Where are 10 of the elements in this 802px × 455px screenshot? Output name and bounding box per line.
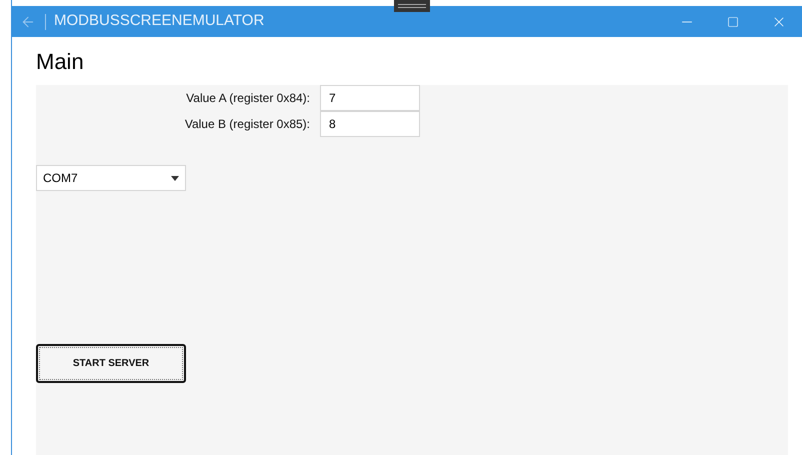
page-title: Main: [36, 48, 84, 76]
window-title: MODBUSSCREENEMULATOR: [54, 11, 264, 32]
value-input[interactable]: 7: [320, 85, 420, 111]
dropdown-caret-icon: [171, 176, 179, 180]
field-label: Value B (register 0x85):: [184, 116, 311, 133]
value-input[interactable]: 8: [320, 111, 420, 137]
drag-handle-icon[interactable]: [394, 0, 430, 12]
start-server-button[interactable]: START SERVER: [36, 344, 186, 383]
field-label: Value A (register 0x84):: [186, 90, 311, 107]
port-dropdown[interactable]: COM7: [36, 165, 186, 191]
